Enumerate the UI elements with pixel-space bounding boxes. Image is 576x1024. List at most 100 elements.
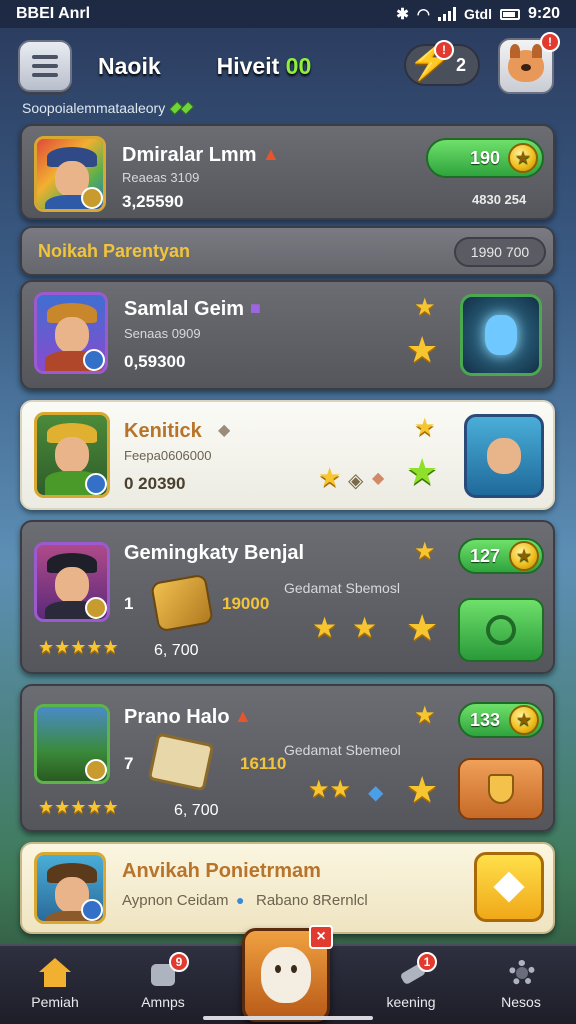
star-icon: ★ <box>414 538 436 565</box>
card-title: Prano Halo <box>124 706 230 728</box>
card-number: 1 <box>124 594 134 613</box>
star-coin-icon: ★ <box>509 705 539 735</box>
top-bar: Naoik Hiveit 00 ⚡ 2 ! ! <box>0 32 576 98</box>
clock: 9:20 <box>527 5 560 22</box>
section-pill: 1990 700 <box>454 237 546 267</box>
nav-label: Pemiah <box>31 994 79 1010</box>
portrait-avatar <box>34 542 110 622</box>
star-coin-icon: ★ <box>509 541 539 571</box>
shield-action-button[interactable] <box>458 758 544 820</box>
character-portrait-button[interactable] <box>464 414 544 498</box>
bag-icon: 9 <box>147 952 189 988</box>
nav-item-settings[interactable]: Nesos <box>476 958 566 1010</box>
rank-arrow-icon: ▲ <box>234 706 252 726</box>
nav-item-keening[interactable]: 1 keening <box>366 952 456 1010</box>
leaderboard-card[interactable]: Dmiralar Lmm ▲ Reaeas 3109 3,25590 190 ★… <box>20 124 555 220</box>
gem-icon: ◆ <box>372 470 385 487</box>
star-icon: ★ <box>406 329 439 370</box>
green-star-icon: ★ <box>406 451 439 492</box>
close-icon[interactable]: × <box>309 925 333 949</box>
home-icon <box>39 958 71 988</box>
claim-button[interactable] <box>458 598 544 662</box>
rating-stars-icon: ★★★★★ <box>38 797 119 817</box>
notifications-button[interactable]: ⚡ 2 ! <box>404 40 480 86</box>
portrait-avatar <box>34 292 108 374</box>
crystal-action-button[interactable] <box>460 294 542 376</box>
highlighted-player-card[interactable]: Kenitick ◆ Feepa0606000 0 20390 ★ ◈ ◆ ★ … <box>20 400 555 510</box>
card-right-text: Gedamat Sbemosl <box>284 580 400 596</box>
gem-icon: ◆ <box>368 782 384 804</box>
crystal-icon <box>485 315 517 355</box>
card-subtitle: Feepa0606000 <box>124 448 212 463</box>
star-icon: ★ <box>352 612 378 643</box>
coin-reward-button[interactable]: 190 ★ <box>426 138 544 178</box>
shield-badge-icon <box>83 349 105 371</box>
portrait-avatar <box>34 704 110 784</box>
battery-icon <box>499 8 520 20</box>
star-icon: ★ <box>414 702 436 729</box>
section-title: Noikah Parentyan <box>38 241 191 261</box>
network-label: Gtdl <box>463 6 492 22</box>
rank-icon: ■ <box>250 298 261 318</box>
mascot-icon <box>261 947 311 1003</box>
card-score: 0 20390 <box>124 474 186 493</box>
star-icon: ★ <box>406 607 439 648</box>
level-label: Hiveit <box>216 52 280 79</box>
leaderboard-card[interactable]: Gemingkaty Benjal 1 19000 Gedamat Sbemos… <box>20 520 555 674</box>
coin-reward-button[interactable]: 127 ★ <box>458 538 544 574</box>
card-score: 3,25590 <box>122 192 184 211</box>
star-icon: ★ <box>414 294 436 321</box>
star-icon: ★ <box>406 769 439 810</box>
card-footer-value: 6, 700 <box>154 642 199 659</box>
star-coin-icon: ★ <box>508 143 538 173</box>
coin-reward-value: 190 <box>470 147 501 168</box>
nav-label: keening <box>386 994 436 1010</box>
cowboy-avatar-icon <box>487 438 521 474</box>
card-title: Kenitick <box>124 420 202 442</box>
player-name: Naoik <box>98 52 161 79</box>
leaderboard-card[interactable]: Samlal Geim ■ Senaas 0909 0,59300 ★ ★ <box>20 280 555 390</box>
play-button[interactable] <box>474 852 544 922</box>
signal-icon <box>437 7 456 21</box>
portrait-avatar <box>34 412 110 498</box>
star-icon: ★ <box>312 612 338 643</box>
promo-card[interactable]: Anvikah Ponietrmam Aypnon Ceidam ● Raban… <box>20 842 555 934</box>
nav-badge: 1 <box>417 952 437 972</box>
player-level: Hiveit 00 <box>217 53 312 80</box>
coin-reward-button[interactable]: 133 ★ <box>458 702 544 738</box>
nav-label: Nesos <box>501 994 541 1010</box>
gem-icon: ◈ <box>348 470 364 492</box>
info-icon: ● <box>236 892 245 908</box>
gem-icon <box>169 101 194 115</box>
nav-label: Amnps <box>141 994 185 1010</box>
rank-badge-icon <box>85 759 107 781</box>
bottom-nav: Pemiah 9 Amnps × 1 keening Nesos <box>0 925 576 1024</box>
level-value: 00 <box>285 52 312 79</box>
nav-badge: 9 <box>169 952 189 972</box>
nav-item-bag[interactable]: 9 Amnps <box>118 952 208 1010</box>
leaderboard-card[interactable]: Prano Halo ▲ 7 16110 Gedamat Sbemeol ★★ … <box>20 684 555 832</box>
bluetooth-icon: ✱ <box>396 6 409 23</box>
section-label: Soopoialemmataaleory <box>22 100 194 116</box>
item-value: 19000 <box>222 594 270 613</box>
card-right-text: Gedamat Sbemeol <box>284 742 401 758</box>
home-indicator <box>203 1016 373 1020</box>
card-subtitle: Reaeas 3109 <box>122 170 200 185</box>
avatar-badge: ! <box>540 32 560 52</box>
coin-reward-value: 127 <box>470 545 501 566</box>
card-subtitle-a: Aypnon Ceidam <box>122 892 229 909</box>
carrier-text: BBEI Anrl <box>16 5 91 22</box>
shield-badge-icon <box>81 899 103 921</box>
notifications-count: 2 <box>455 54 466 75</box>
nav-item-center[interactable]: × <box>242 925 333 1022</box>
menu-button[interactable] <box>18 40 72 92</box>
profile-avatar-button[interactable]: ! <box>498 32 560 94</box>
card-subtitle-b: Rabano 8Rernlcl <box>256 892 368 909</box>
card-subtitle: Senaas 0909 <box>124 326 201 341</box>
star-icon: ★ <box>414 414 436 441</box>
rating-stars-icon: ★★★★★ <box>38 637 119 657</box>
nav-item-home[interactable]: Pemiah <box>10 958 100 1010</box>
shield-icon <box>488 774 514 804</box>
dog-avatar-icon <box>508 44 544 82</box>
status-icons: ✱ ◠ Gtdl 9:20 <box>396 5 560 23</box>
